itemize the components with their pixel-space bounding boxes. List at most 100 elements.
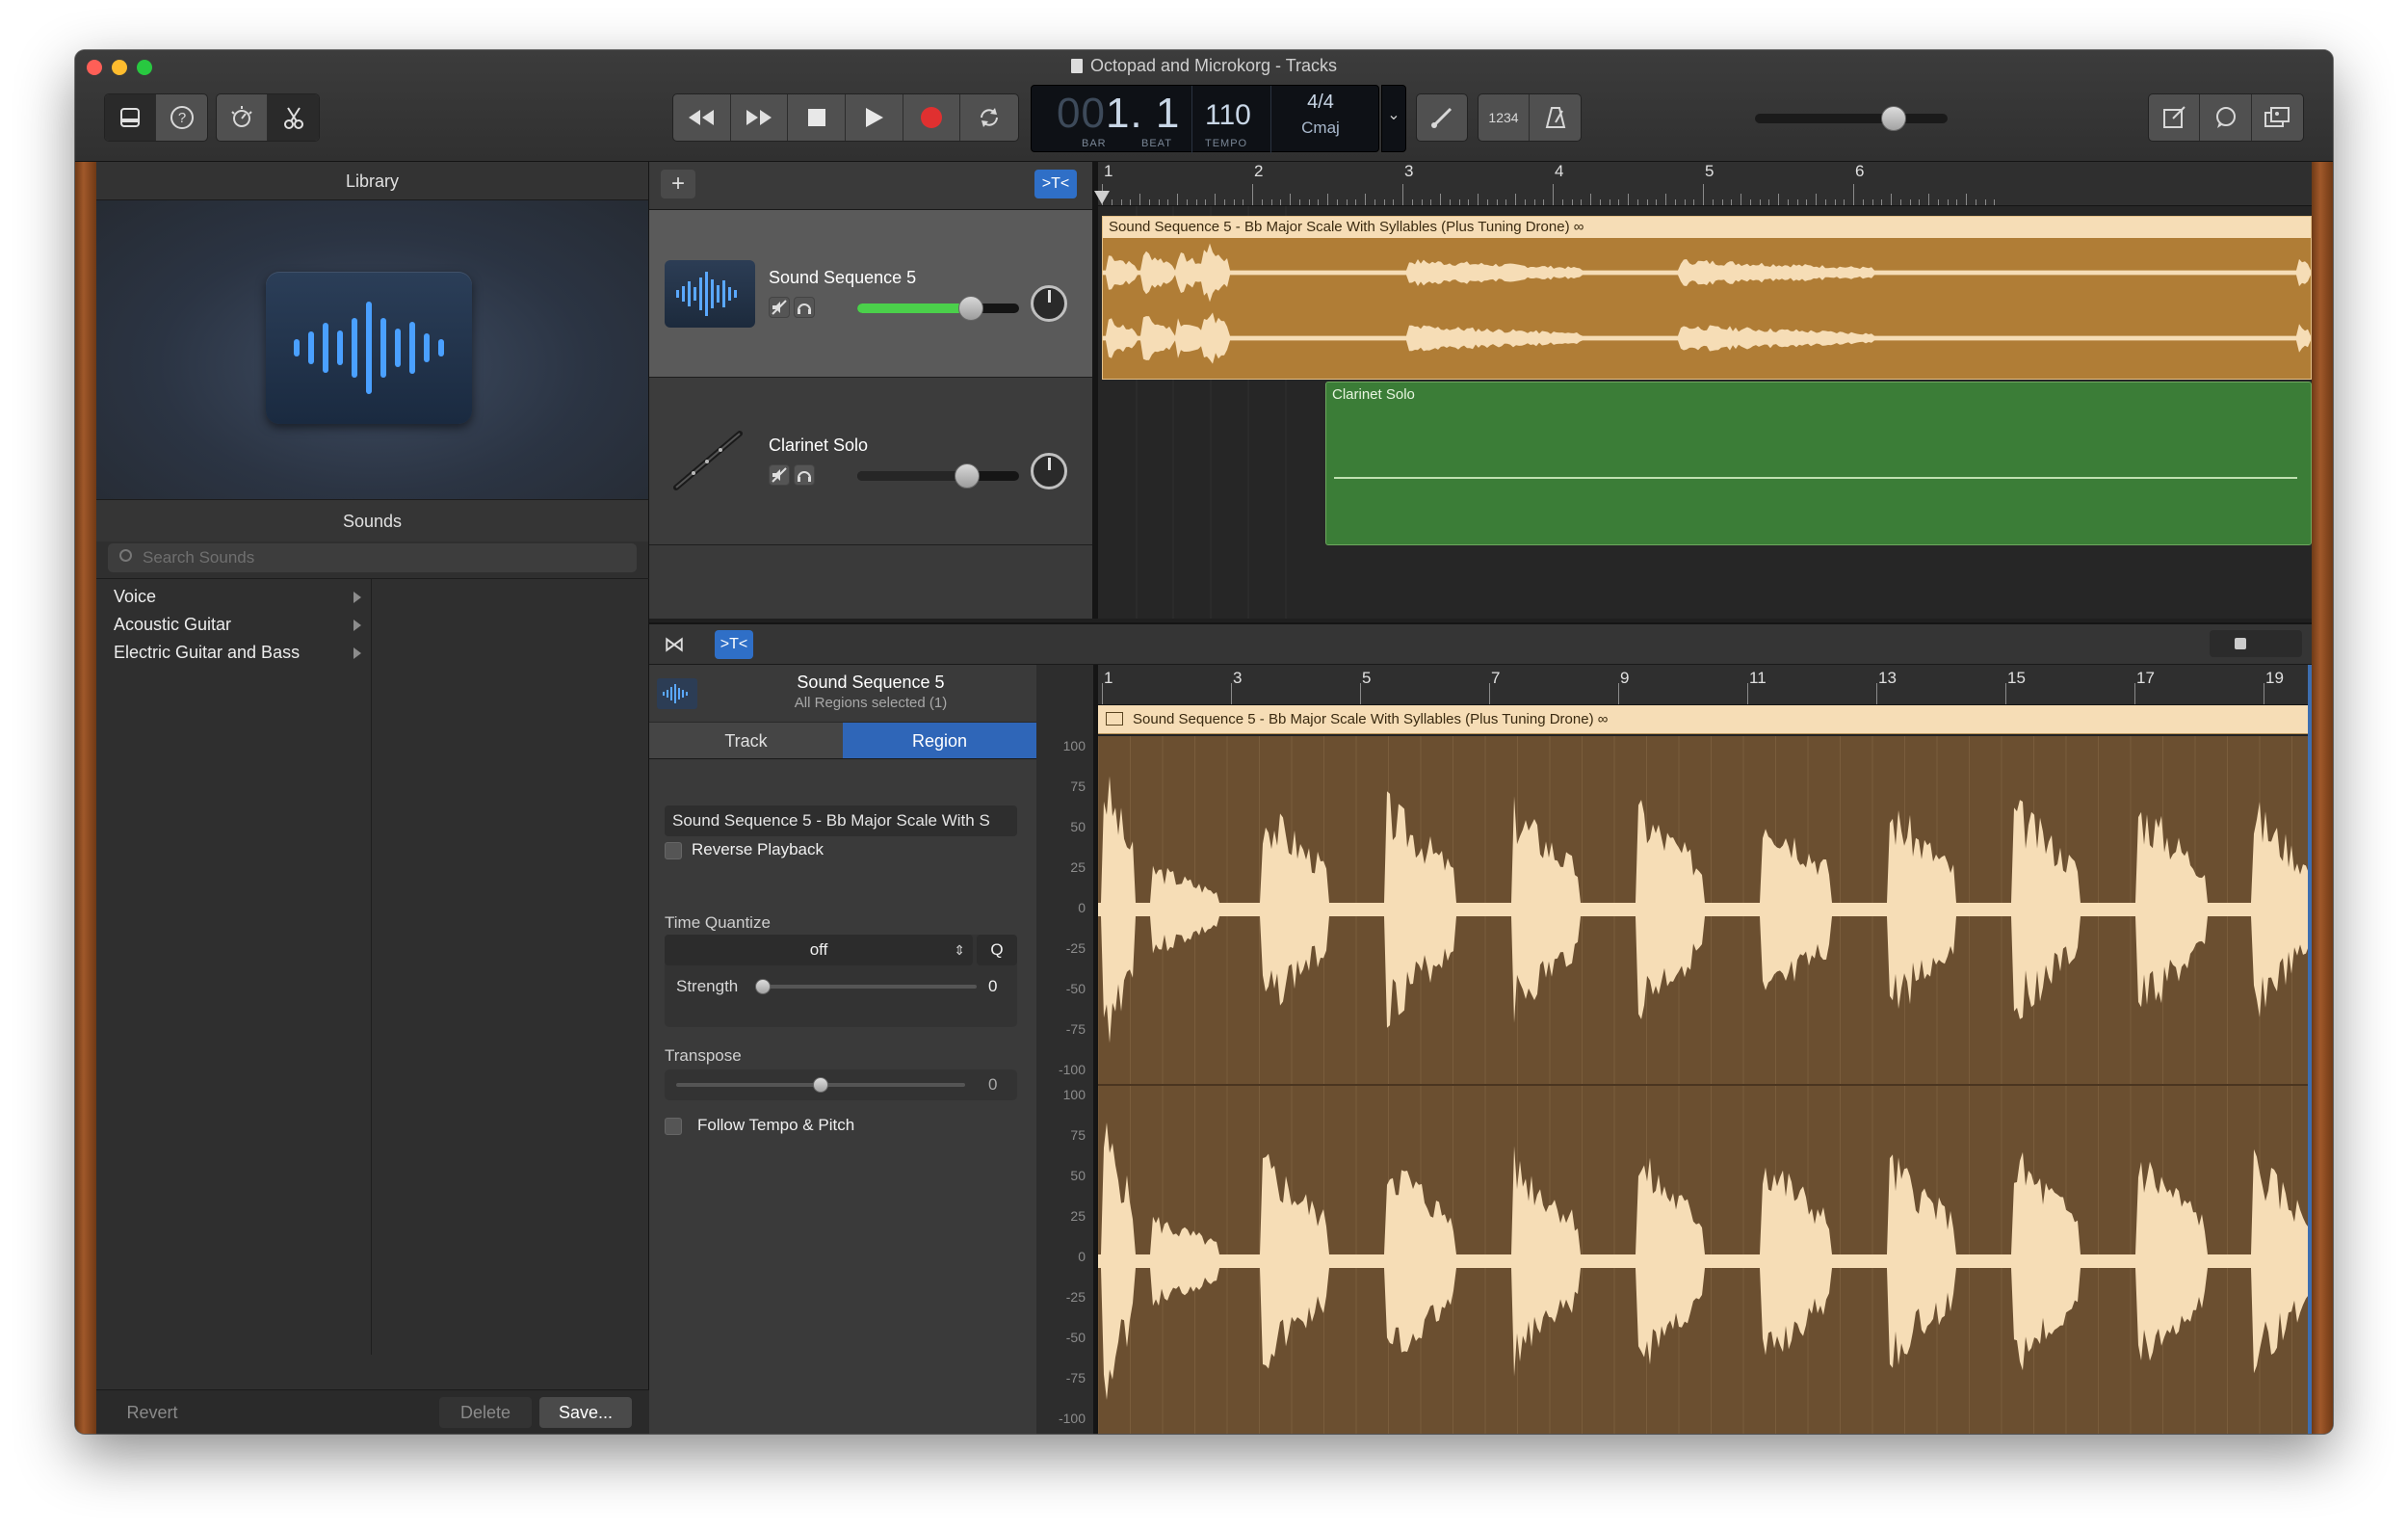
ruler-tick <box>1618 683 1619 704</box>
ruler-tick <box>1928 194 1929 205</box>
headphones-icon <box>798 304 811 314</box>
catch-playhead-icon: >T< <box>1041 175 1070 192</box>
ruler-tick <box>1947 199 1949 205</box>
ruler-tick <box>1703 184 1704 205</box>
count-in-button[interactable]: 1234 <box>1479 94 1531 141</box>
catch-playhead-button[interactable]: >T< <box>1034 170 1077 198</box>
pan-knob[interactable] <box>1031 453 1067 489</box>
lcd-position: 001. 1 <box>1057 90 1180 138</box>
ruler-tick <box>1994 199 1996 205</box>
save-button[interactable]: Save... <box>539 1397 632 1428</box>
scale-label: -100 <box>1058 1062 1086 1077</box>
ruler-tick <box>1824 199 1826 205</box>
ruler-tick <box>1834 199 1836 205</box>
mute-button[interactable] <box>769 464 790 486</box>
track-volume-slider[interactable] <box>857 296 1019 321</box>
fast-forward-button[interactable] <box>731 94 789 141</box>
disclosure-arrow-icon <box>353 592 361 603</box>
tab-region[interactable]: Region <box>843 723 1036 758</box>
loop-icon: ∞ <box>1573 219 1584 235</box>
ruler-tick <box>1871 199 1873 205</box>
time-quantize-select[interactable]: off ⇕ <box>665 935 973 965</box>
track-header-clarinet-solo[interactable]: Clarinet Solo <box>649 378 1092 545</box>
add-track-button[interactable]: + <box>661 170 695 198</box>
ruler-tick <box>1636 199 1638 205</box>
smart-controls-button[interactable] <box>217 94 269 141</box>
tab-track[interactable]: Track <box>649 723 843 758</box>
cycle-button[interactable] <box>960 94 1018 141</box>
rewind-button[interactable] <box>673 94 731 141</box>
help-button[interactable]: ? <box>156 94 207 141</box>
notepad-button[interactable] <box>2149 94 2201 141</box>
ruler-tick <box>1336 199 1338 205</box>
headphones-button[interactable] <box>794 297 815 318</box>
pan-knob[interactable] <box>1031 285 1067 322</box>
ruler-tick <box>1318 199 1320 205</box>
loop-browser-button[interactable] <box>2200 94 2252 141</box>
follow-tempo-checkbox[interactable] <box>665 1118 682 1135</box>
strength-slider[interactable] <box>755 979 977 994</box>
editor-region-label[interactable]: Sound Sequence 5 - Bb Major Scale With S… <box>1098 705 2312 734</box>
volume-knob[interactable] <box>957 296 983 321</box>
audio-region-sound-sequence[interactable]: Sound Sequence 5 - Bb Major Scale With S… <box>1102 216 2312 380</box>
transpose-knob[interactable] <box>813 1077 828 1093</box>
zoom-knob[interactable] <box>2235 638 2246 649</box>
tuner-button[interactable] <box>1417 94 1467 141</box>
mute-icon <box>772 300 787 315</box>
ruler-tick <box>1749 199 1751 205</box>
media-browser-button[interactable] <box>2252 94 2303 141</box>
region-waveform <box>1103 243 2311 364</box>
play-button[interactable] <box>846 94 903 141</box>
category-item[interactable]: Acoustic Guitar <box>96 611 371 639</box>
delete-button[interactable]: Delete <box>439 1397 532 1428</box>
editor-waveform[interactable] <box>1097 736 2312 1434</box>
metronome-button[interactable] <box>1530 94 1581 141</box>
editor-region-name: Sound Sequence 5 - Bb Major Scale With S… <box>1133 711 1594 727</box>
ruler-tick <box>1158 199 1160 205</box>
strength-knob[interactable] <box>755 979 771 994</box>
stop-button[interactable] <box>788 94 847 141</box>
ruler-bar-number: 6 <box>1855 162 1865 180</box>
transpose-slider[interactable] <box>676 1077 965 1093</box>
bowtie-icon: ⋈ <box>664 632 685 656</box>
follow-tempo-label: Follow Tempo & Pitch <box>697 1116 855 1134</box>
quantize-button[interactable]: Q <box>977 935 1017 965</box>
volume-knob[interactable] <box>955 463 981 488</box>
editor-zoom-slider[interactable] <box>2210 630 2302 657</box>
category-item[interactable]: Electric Guitar and Bass <box>96 639 371 667</box>
ruler-tick <box>1937 199 1939 205</box>
editor-ruler[interactable]: 1 3 5 7 9 11 13 15 17 19 <box>1098 665 2312 705</box>
headphones-button[interactable] <box>794 464 815 486</box>
waveform-patch-icon <box>266 272 472 424</box>
plus-icon: + <box>670 171 685 197</box>
ruler-tick <box>1899 199 1901 205</box>
lcd-mode-menu[interactable]: ⌄ <box>1381 85 1406 152</box>
count-in-metronome-group: 1234 <box>1478 93 1582 142</box>
timeline-ruler[interactable]: 1 2 3 4 5 6 <box>1098 162 2312 206</box>
category-item[interactable]: Voice <box>96 583 371 611</box>
master-volume-knob[interactable] <box>1881 106 1906 131</box>
track-volume-slider[interactable] <box>857 463 1019 488</box>
search-sounds-input[interactable]: Search Sounds <box>108 543 637 572</box>
library-button[interactable] <box>105 94 157 141</box>
ruler-tick <box>1731 199 1733 205</box>
mute-button[interactable] <box>769 297 790 318</box>
record-button[interactable] <box>903 94 961 141</box>
ruler-tick <box>1402 184 1403 205</box>
revert-button[interactable]: Revert <box>104 1397 200 1428</box>
editor-mode-button[interactable]: ⋈ <box>657 630 692 659</box>
editor-catch-button[interactable]: >T< <box>715 630 753 659</box>
scale-label: 100 <box>1062 738 1086 753</box>
track-header-sound-sequence[interactable]: Sound Sequence 5 <box>649 210 1092 378</box>
reverse-playback-checkbox[interactable] <box>665 842 682 859</box>
region-name-field[interactable]: Sound Sequence 5 - Bb Major Scale With S <box>665 805 1017 836</box>
waveform-icon <box>657 678 697 709</box>
editors-button[interactable] <box>268 94 319 141</box>
chevron-down-icon: ⌄ <box>1387 107 1400 123</box>
midi-region-clarinet-solo[interactable]: Clarinet Solo <box>1325 382 2312 545</box>
scale-label: 75 <box>1070 779 1086 794</box>
master-volume-slider[interactable] <box>1755 106 1948 131</box>
loop-browser-icon <box>2215 107 2236 128</box>
lcd-display[interactable]: 001. 1 BAR BEAT 110 TEMPO 4/4 Cmaj <box>1031 85 1379 153</box>
playhead-marker[interactable] <box>1094 191 1110 204</box>
